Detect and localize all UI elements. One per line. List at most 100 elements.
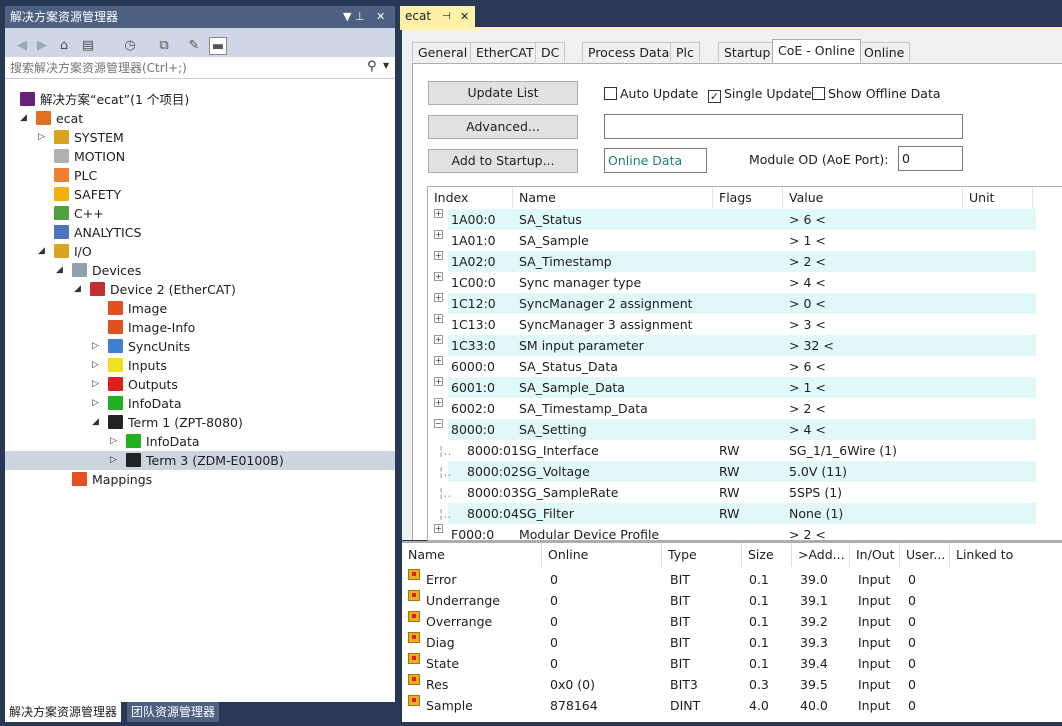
update-list-button[interactable]: Update List [428, 81, 578, 105]
tree-node-plc[interactable]: PLC [54, 166, 97, 185]
expanded-arrow-icon[interactable]: ◢ [38, 242, 50, 261]
tab-general[interactable]: General [412, 42, 474, 62]
column-header-size[interactable]: Size [742, 543, 792, 567]
variable-row[interactable]: Overrange 0 BIT 0.1 39.2 Input 0 [402, 611, 1062, 632]
column-header-name[interactable]: Name [402, 543, 542, 567]
variable-row[interactable]: Sample 878164 DINT 4.0 40.0 Input 0 [402, 695, 1062, 716]
column-header-online[interactable]: Online [542, 543, 662, 567]
column-header-in-out[interactable]: In/Out [850, 543, 900, 567]
tree-node-mappings[interactable]: Mappings [72, 470, 152, 489]
checkbox-box[interactable]: ✓ [708, 90, 721, 103]
tab-ethercat[interactable]: EtherCAT [470, 42, 540, 62]
tab-process-data[interactable]: Process Data [582, 42, 676, 62]
column-header-unit[interactable]: Unit [963, 187, 1033, 209]
expand-icon[interactable]: + [434, 293, 443, 302]
expand-icon[interactable]: + [434, 272, 443, 281]
close-icon[interactable]: ✕ [460, 6, 469, 27]
expand-icon[interactable]: + [434, 398, 443, 407]
column-header-name[interactable]: Name [513, 187, 713, 209]
od-row[interactable]: +1C00:0 Sync manager type > 4 < [428, 272, 1062, 293]
tab-dc[interactable]: DC [535, 42, 566, 62]
module-od-input[interactable]: 0 [898, 146, 963, 171]
tab-solution-explorer[interactable]: 解决方案资源管理器 [5, 702, 122, 722]
chevron-down-icon[interactable]: ▼ [383, 61, 389, 70]
tree-node-analytics[interactable]: ANALYTICS [54, 223, 141, 242]
home-icon[interactable]: ⌂ [55, 37, 73, 55]
tree-node-solution[interactable]: 解决方案“ecat”(1 个项目) [20, 90, 189, 109]
preview-icon[interactable]: ▬ [209, 37, 227, 55]
column-header-value[interactable]: Value [783, 187, 963, 209]
tree-node-io[interactable]: ◢ I/O [38, 242, 92, 261]
variable-row[interactable]: Diag 0 BIT 0.1 39.3 Input 0 [402, 632, 1062, 653]
expand-icon[interactable]: + [434, 209, 443, 218]
od-row[interactable]: +1A01:0 SA_Sample > 1 < [428, 230, 1062, 251]
variable-row[interactable]: Res 0x0 (0) BIT3 0.3 39.5 Input 0 [402, 674, 1062, 695]
column-header-linked-to[interactable]: Linked to [950, 543, 1062, 567]
collapse-all-icon[interactable]: ⧉ [155, 37, 173, 55]
variable-row[interactable]: State 0 BIT 0.1 39.4 Input 0 [402, 653, 1062, 674]
tab-startup[interactable]: Startup [718, 42, 777, 62]
tree-node-project[interactable]: ◢ ecat [20, 109, 83, 128]
collapsed-arrow-icon[interactable]: ▷ [92, 337, 104, 356]
tree-node-device2[interactable]: ◢ Device 2 (EtherCAT) [74, 280, 236, 299]
document-tab-ecat[interactable]: ecat ⊣ ✕ [400, 6, 475, 27]
tree-node-cpp[interactable]: C++ [54, 204, 104, 223]
advanced-button[interactable]: Advanced... [428, 115, 578, 139]
add-to-startup-button[interactable]: Add to Startup... [428, 149, 578, 173]
back-icon[interactable]: ◀ [13, 37, 31, 55]
pending-changes-icon[interactable]: ◷ [121, 37, 139, 55]
od-row[interactable]: ¦‥ 8000:02 SG_Voltage RW 5.0V (11) [428, 461, 1062, 482]
switch-view-icon[interactable]: ▤ [79, 37, 97, 55]
od-row[interactable]: −8000:0 SA_Setting > 4 < [428, 419, 1062, 440]
auto-update-checkbox[interactable]: Auto Update [604, 86, 698, 102]
column-header-address[interactable]: >Add... [792, 543, 850, 567]
checkbox-box[interactable] [812, 87, 825, 100]
single-update-checkbox[interactable]: ✓ Single Update [708, 86, 812, 103]
tree-node-inputs[interactable]: ▷ Inputs [92, 356, 167, 375]
expanded-arrow-icon[interactable]: ◢ [20, 109, 32, 128]
od-row[interactable]: +1A00:0 SA_Status > 6 < [428, 209, 1062, 230]
tree-node-motion[interactable]: MOTION [54, 147, 125, 166]
expand-icon[interactable]: + [434, 230, 443, 239]
search-input[interactable] [5, 57, 365, 78]
tab-plc[interactable]: Plc [670, 42, 700, 62]
variable-row[interactable]: Underrange 0 BIT 0.1 39.1 Input 0 [402, 590, 1062, 611]
tree-node-term3[interactable]: ▷ Term 3 (ZDM-E0100B) [5, 451, 395, 470]
tree-node-outputs[interactable]: ▷ Outputs [92, 375, 178, 394]
pin-icon[interactable]: ⊣ [442, 6, 451, 27]
close-icon[interactable]: ✕ [376, 6, 385, 28]
checkbox-box[interactable] [604, 87, 617, 100]
collapsed-arrow-icon[interactable]: ▷ [92, 394, 104, 413]
od-row[interactable]: +1C13:0 SyncManager 3 assignment > 3 < [428, 314, 1062, 335]
window-position-icon[interactable]: ▼ ⊥ [343, 6, 365, 28]
collapsed-arrow-icon[interactable]: ▷ [110, 432, 122, 451]
od-row[interactable]: +6001:0 SA_Sample_Data > 1 < [428, 377, 1062, 398]
tree-node-image-info[interactable]: Image-Info [108, 318, 195, 337]
column-header-type[interactable]: Type [662, 543, 742, 567]
expanded-arrow-icon[interactable]: ◢ [92, 413, 104, 432]
od-row[interactable]: ¦‥ 8000:01 SG_Interface RW SG_1/1_6Wire (1) [428, 440, 1062, 461]
od-row[interactable]: +1C12:0 SyncManager 2 assignment > 0 < [428, 293, 1062, 314]
collapsed-arrow-icon[interactable]: ▷ [92, 356, 104, 375]
expand-icon[interactable]: + [434, 335, 443, 344]
solution-explorer-search[interactable]: ⚲ ▼ [5, 57, 395, 79]
expand-icon[interactable]: + [434, 524, 443, 533]
tree-node-system[interactable]: ▷ SYSTEM [38, 128, 124, 147]
tree-node-infodata[interactable]: ▷ InfoData [92, 394, 182, 413]
od-row[interactable]: ¦‥ 8000:04 SG_Filter RW None (1) [428, 503, 1062, 524]
od-row[interactable]: +6000:0 SA_Status_Data > 6 < [428, 356, 1062, 377]
tree-node-syncunits[interactable]: ▷ SyncUnits [92, 337, 190, 356]
tab-team-explorer[interactable]: 团队资源管理器 [127, 702, 220, 722]
expand-icon[interactable]: + [434, 356, 443, 365]
od-row[interactable]: +1C33:0 SM input parameter > 32 < [428, 335, 1062, 356]
column-header-index[interactable]: Index [428, 187, 513, 209]
tree-node-safety[interactable]: SAFETY [54, 185, 121, 204]
tree-node-image[interactable]: Image [108, 299, 167, 318]
show-offline-data-checkbox[interactable]: Show Offline Data [812, 86, 941, 102]
expanded-arrow-icon[interactable]: ◢ [74, 280, 86, 299]
expand-icon[interactable]: + [434, 251, 443, 260]
collapsed-arrow-icon[interactable]: ▷ [92, 375, 104, 394]
tree-node-term1[interactable]: ◢ Term 1 (ZPT-8080) [92, 413, 243, 432]
expand-icon[interactable]: + [434, 377, 443, 386]
expand-icon[interactable]: + [434, 314, 443, 323]
